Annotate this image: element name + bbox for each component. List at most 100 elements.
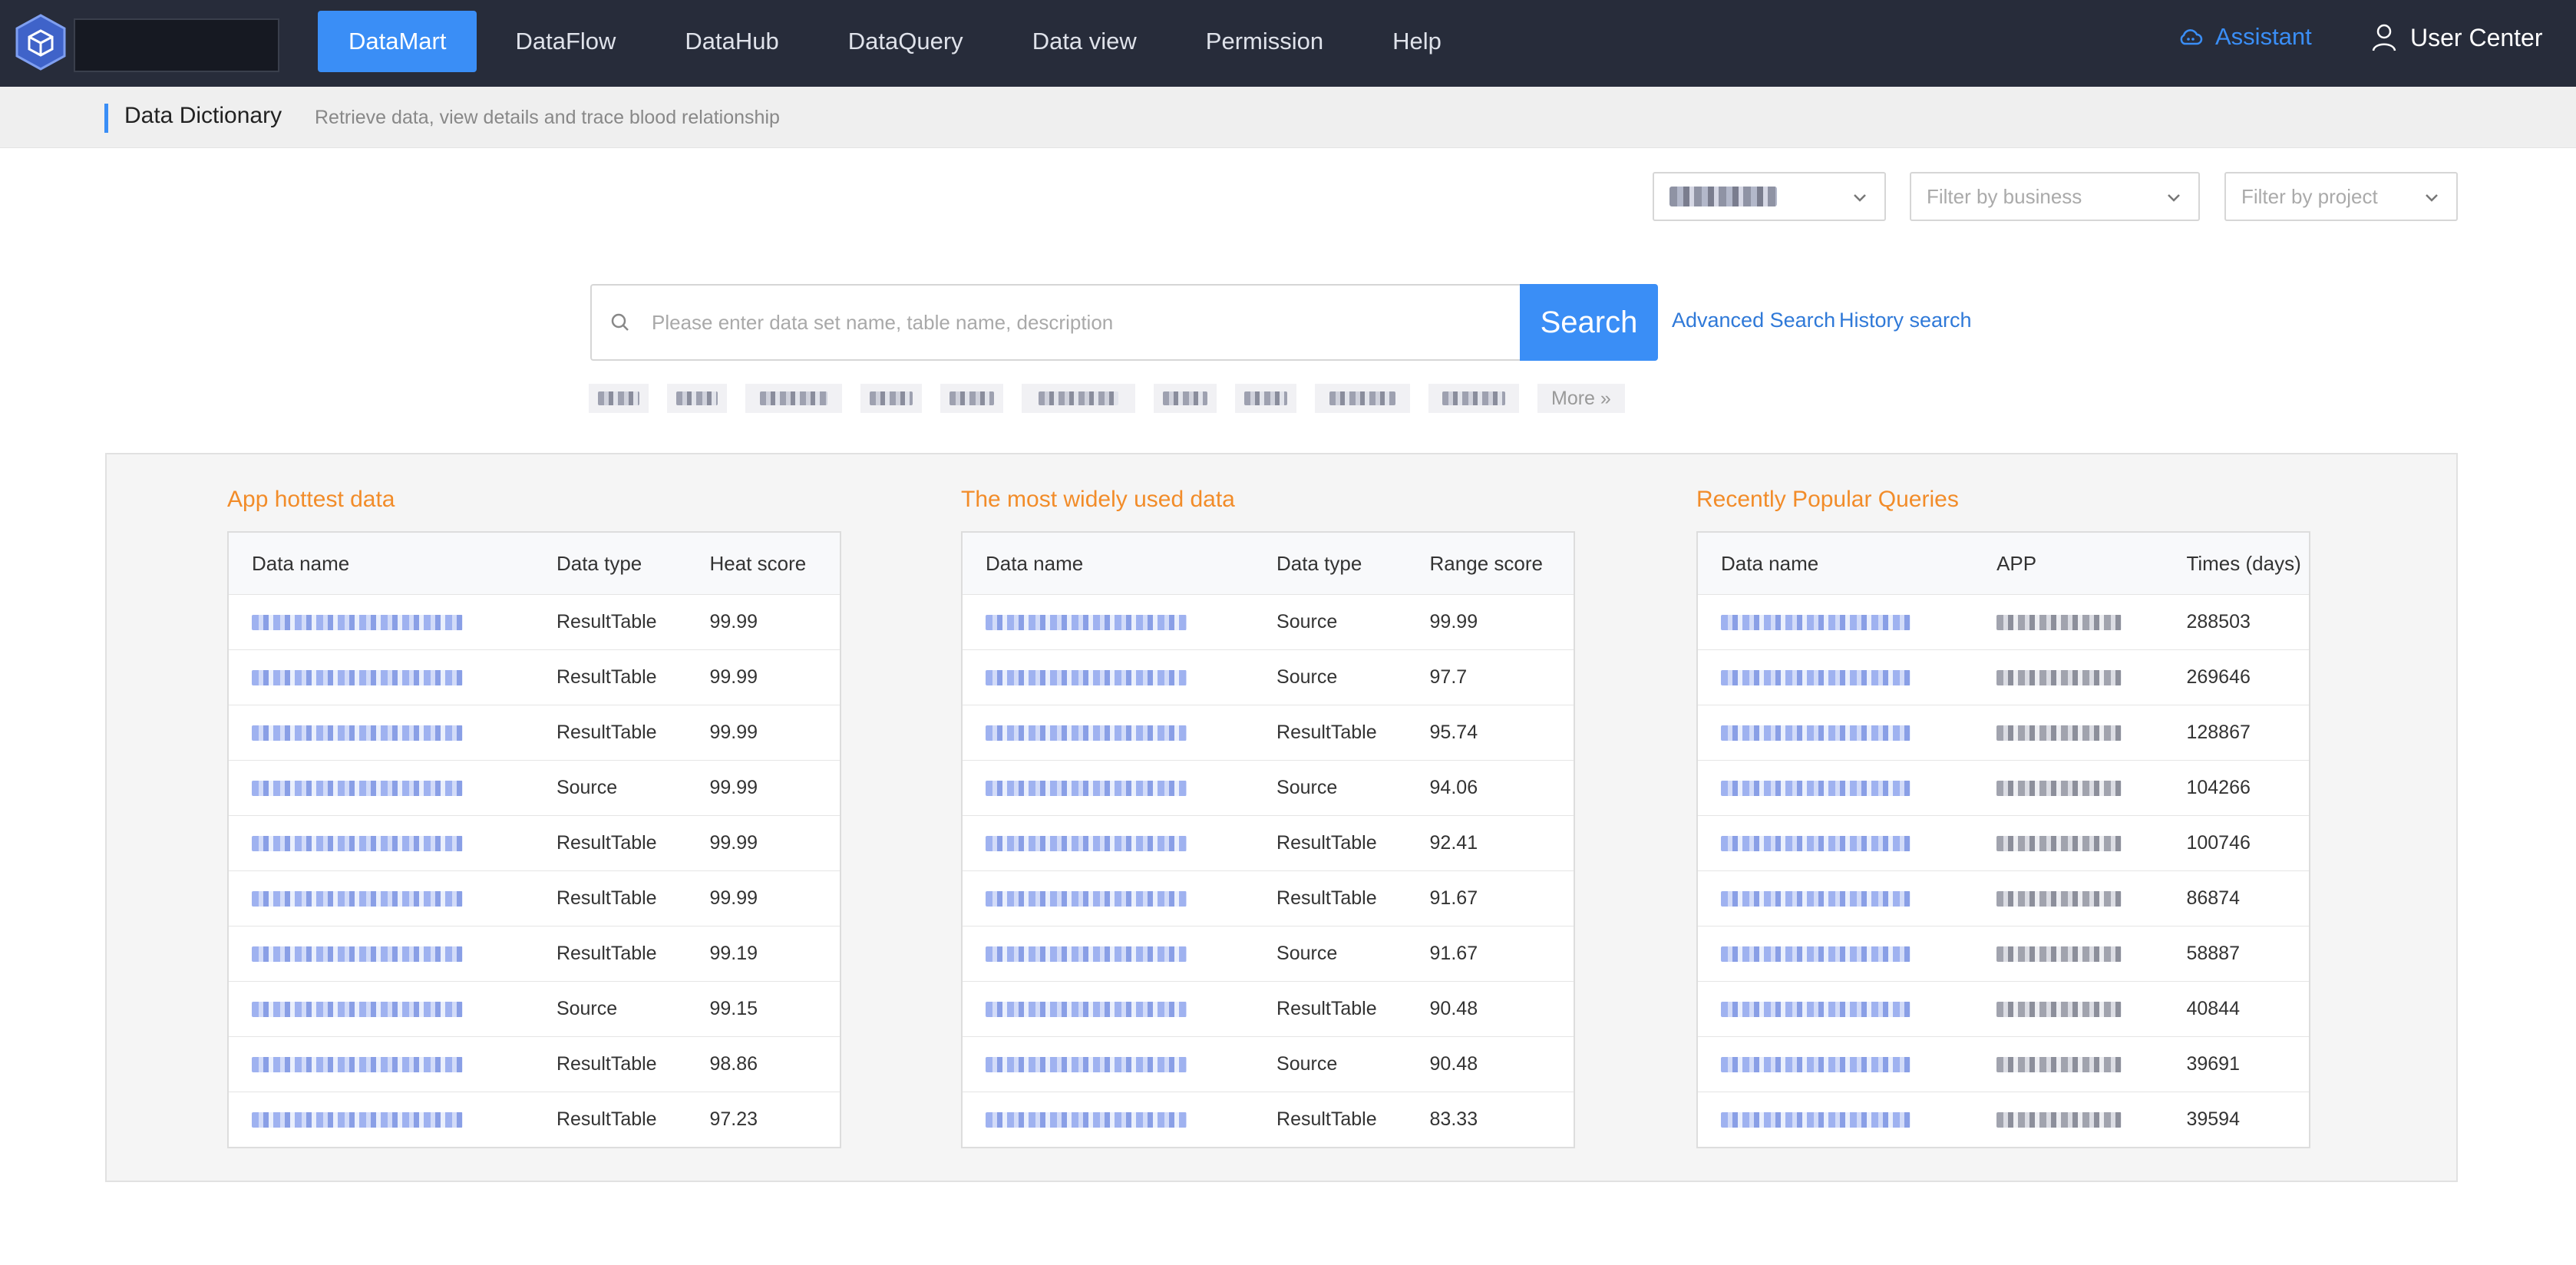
- app-logo-icon[interactable]: [12, 14, 69, 71]
- table-row: ResultTable 99.19: [229, 926, 840, 981]
- data-name-link[interactable]: [963, 666, 1253, 689]
- main-nav: DataMart DataFlow DataHub DataQuery Data…: [318, 11, 1480, 72]
- hot-tag[interactable]: [1315, 384, 1410, 413]
- redacted-text: [252, 1112, 464, 1128]
- subheader-accent-bar: [104, 104, 108, 133]
- hot-tag[interactable]: [1154, 384, 1217, 413]
- redacted-text: [252, 946, 464, 963]
- data-name-link[interactable]: [1698, 722, 1973, 744]
- table-header: Data name Data type Range score: [963, 533, 1574, 594]
- heat-score-cell: 99.99: [709, 887, 758, 909]
- data-type-cell: Source: [1276, 1053, 1338, 1075]
- nav-item-datahub[interactable]: DataHub: [654, 11, 809, 72]
- data-name-link[interactable]: [229, 943, 533, 965]
- data-name-link[interactable]: [1698, 943, 1973, 965]
- data-name-link[interactable]: [1698, 998, 1973, 1020]
- data-name-link[interactable]: [229, 998, 533, 1020]
- assistant-button[interactable]: Assistant: [2178, 23, 2312, 51]
- data-name-link[interactable]: [1698, 666, 1973, 689]
- nav-item-dataflow[interactable]: DataFlow: [484, 11, 646, 72]
- data-name-link[interactable]: [963, 1053, 1253, 1075]
- hot-tag[interactable]: [1022, 384, 1135, 413]
- data-name-link[interactable]: [229, 1053, 533, 1075]
- data-name-link[interactable]: [229, 1108, 533, 1131]
- column-header: Times (days): [2186, 551, 2301, 575]
- data-name-link[interactable]: [229, 666, 533, 689]
- data-type-cell: Source: [1276, 611, 1338, 632]
- redacted-text: [986, 1002, 1187, 1018]
- data-name-link[interactable]: [229, 611, 533, 633]
- data-name-link[interactable]: [963, 887, 1253, 910]
- hot-tag[interactable]: [589, 384, 649, 413]
- business-filter-select[interactable]: Filter by business: [1910, 172, 2200, 221]
- page-title: Data Dictionary: [124, 103, 282, 128]
- search-input[interactable]: [652, 310, 1496, 335]
- redacted-text: [252, 781, 464, 797]
- data-name-link[interactable]: [1698, 887, 1973, 910]
- data-name-link[interactable]: [1698, 611, 1973, 633]
- nav-item-help[interactable]: Help: [1362, 11, 1472, 72]
- table-row: 128867: [1698, 705, 2309, 760]
- data-name-link[interactable]: [963, 611, 1253, 633]
- range-score-cell: 90.48: [1429, 1053, 1478, 1075]
- data-name-link[interactable]: [963, 1108, 1253, 1131]
- data-name-link[interactable]: [1698, 777, 1973, 799]
- data-name-link[interactable]: [963, 722, 1253, 744]
- nav-item-dataquery[interactable]: DataQuery: [817, 11, 994, 72]
- table-row: 100746: [1698, 815, 2309, 870]
- redacted-text: [1721, 1002, 1911, 1018]
- data-name-link[interactable]: [963, 832, 1253, 854]
- redacted-text: [1996, 836, 2122, 852]
- data-name-link[interactable]: [1698, 832, 1973, 854]
- project-filter-select[interactable]: Filter by project: [2224, 172, 2458, 221]
- redacted-text: [252, 891, 464, 907]
- table-row: 288503: [1698, 594, 2309, 649]
- search-button[interactable]: Search: [1520, 284, 1658, 361]
- project-filter-placeholder: Filter by project: [2241, 184, 2378, 208]
- table-row: ResultTable 92.41: [963, 815, 1574, 870]
- data-name-link[interactable]: [229, 832, 533, 854]
- user-center-button[interactable]: User Center: [2372, 23, 2543, 52]
- history-search-link[interactable]: History search: [1839, 309, 1972, 332]
- data-name-link[interactable]: [963, 998, 1253, 1020]
- redacted-text: [252, 1002, 464, 1018]
- hot-tag[interactable]: [667, 384, 727, 413]
- redacted-text: [1721, 725, 1911, 741]
- app-cell: [1973, 777, 2163, 799]
- data-type-cell: ResultTable: [1276, 1108, 1377, 1130]
- redacted-text: [986, 725, 1187, 741]
- redacted-text: [252, 836, 464, 852]
- nav-item-data-view[interactable]: Data view: [1002, 11, 1167, 72]
- redacted-text: [1721, 946, 1911, 963]
- hot-tag[interactable]: [745, 384, 842, 413]
- data-name-link[interactable]: [229, 722, 533, 744]
- nav-item-permission[interactable]: Permission: [1175, 11, 1354, 72]
- hot-tag[interactable]: [1235, 384, 1296, 413]
- range-score-cell: 90.48: [1429, 998, 1478, 1019]
- data-name-link[interactable]: [229, 777, 533, 799]
- data-name-link[interactable]: [1698, 1053, 1973, 1075]
- more-tags-link[interactable]: More »: [1537, 384, 1625, 413]
- column-header: Data type: [556, 551, 642, 575]
- redacted-text: [1721, 836, 1911, 852]
- hot-tag[interactable]: [1428, 384, 1519, 413]
- times-cell: 288503: [2186, 611, 2251, 632]
- app-cell: [1973, 666, 2163, 689]
- data-name-link[interactable]: [963, 777, 1253, 799]
- data-name-link[interactable]: [229, 887, 533, 910]
- nav-item-datamart[interactable]: DataMart: [318, 11, 477, 72]
- heat-score-cell: 99.15: [709, 998, 758, 1019]
- data-name-link[interactable]: [1698, 1108, 1973, 1131]
- scope-select[interactable]: [1653, 172, 1886, 221]
- table-row: Source 91.67: [963, 926, 1574, 981]
- heat-score-cell: 99.99: [709, 832, 758, 854]
- table-header: Data name APP Times (days): [1698, 533, 2309, 594]
- app-cell: [1973, 1108, 2163, 1131]
- hot-tag[interactable]: [860, 384, 922, 413]
- hot-tag[interactable]: [940, 384, 1003, 413]
- advanced-search-link[interactable]: Advanced Search: [1672, 309, 1835, 332]
- redacted-text: [986, 836, 1187, 852]
- popular-queries-title: Recently Popular Queries: [1696, 487, 1959, 512]
- data-name-link[interactable]: [963, 943, 1253, 965]
- redacted-text: [1996, 670, 2122, 686]
